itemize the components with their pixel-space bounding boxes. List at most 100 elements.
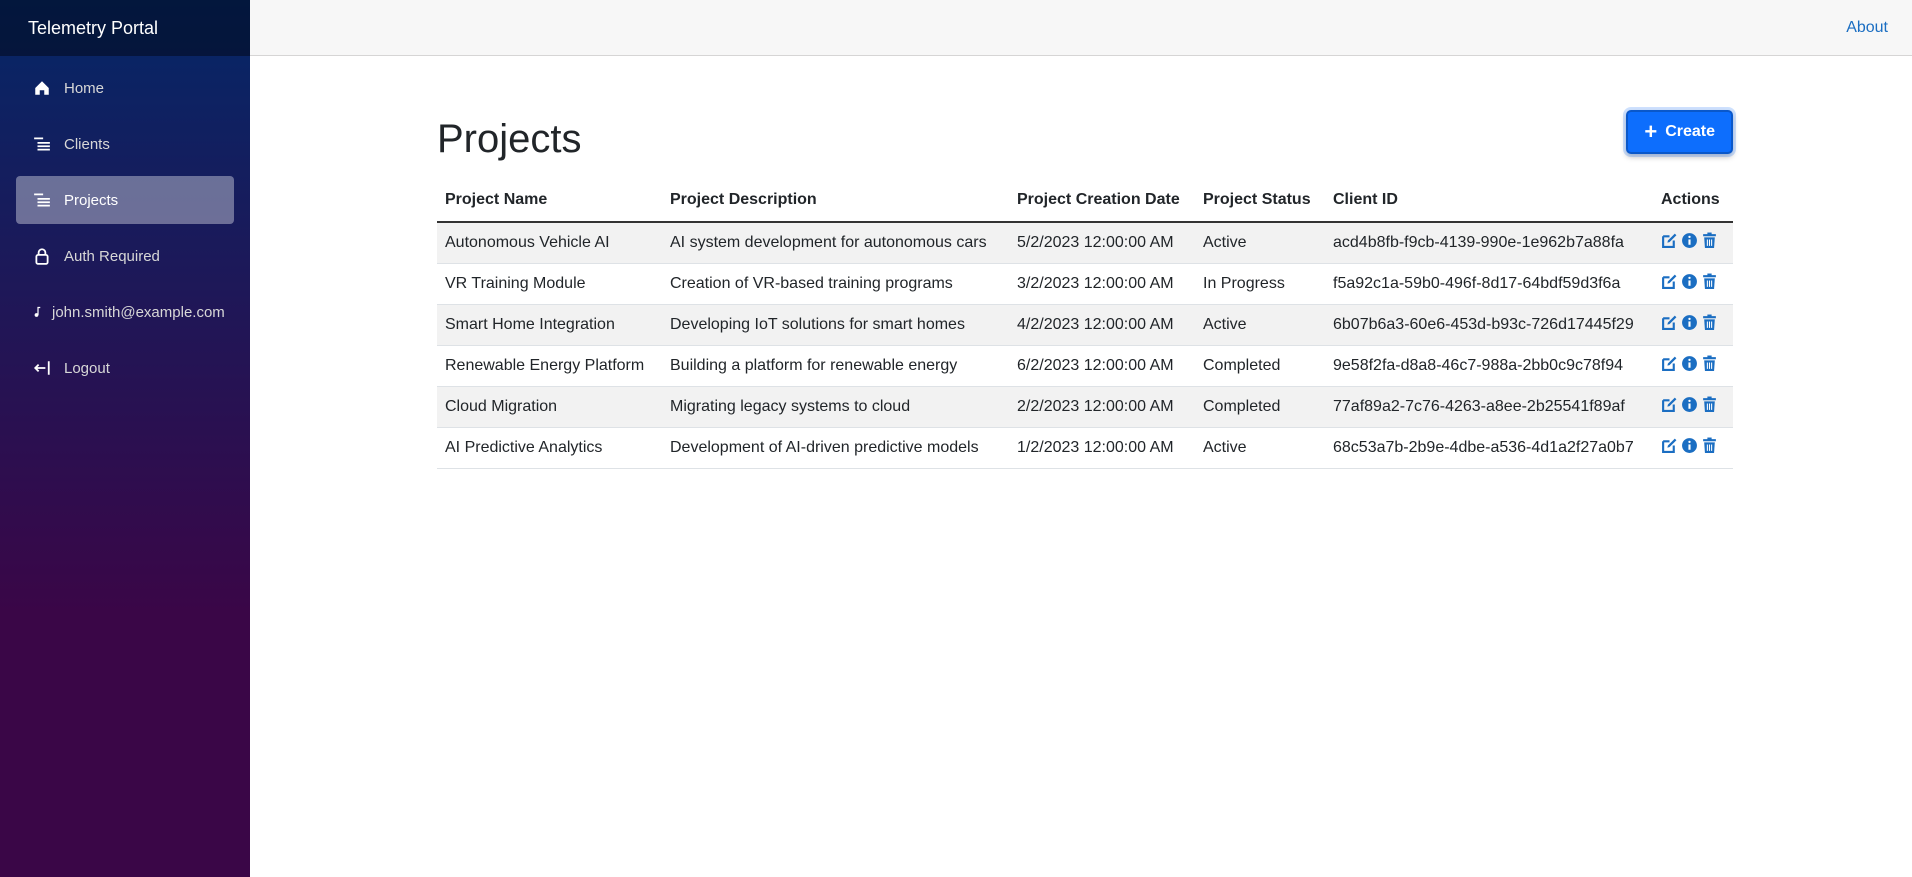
sidebar-item-label: Clients — [64, 135, 110, 153]
project-creation-date-cell: 4/2/2023 12:00:00 AM — [1009, 304, 1195, 346]
actions-cell — [1653, 222, 1733, 264]
row-actions — [1661, 396, 1725, 418]
project-creation-date-cell: 3/2/2023 12:00:00 AM — [1009, 263, 1195, 305]
edit-icon[interactable] — [1661, 273, 1678, 295]
trash-icon[interactable] — [1701, 273, 1718, 295]
table-row: Renewable Energy Platform Building a plat… — [437, 345, 1733, 387]
project-status-cell: Completed — [1195, 386, 1325, 428]
project-creation-date-cell: 5/2/2023 12:00:00 AM — [1009, 222, 1195, 264]
column-header: Project Name — [437, 178, 662, 223]
sidebar-item-label: Logout — [64, 359, 110, 377]
sidebar-item-auth-required[interactable]: Auth Required — [16, 232, 234, 280]
project-name-cell: VR Training Module — [437, 263, 662, 305]
edit-icon[interactable] — [1661, 396, 1678, 418]
project-name-cell: Renewable Energy Platform — [437, 345, 662, 387]
page-header: Projects + Create — [437, 106, 1733, 186]
trash-icon[interactable] — [1701, 232, 1718, 254]
project-creation-date-cell: 6/2/2023 12:00:00 AM — [1009, 345, 1195, 387]
lock-icon — [32, 246, 52, 266]
sidebar-item-logout[interactable]: Logout — [16, 344, 234, 392]
column-header: Project Creation Date — [1009, 178, 1195, 223]
create-button[interactable]: + Create — [1626, 110, 1733, 154]
project-description-cell: Creation of VR-based training programs — [662, 263, 1009, 305]
actions-cell — [1653, 345, 1733, 387]
person-icon — [32, 302, 44, 322]
row-actions — [1661, 314, 1725, 336]
actions-cell — [1653, 304, 1733, 346]
info-icon[interactable] — [1681, 314, 1698, 336]
trash-icon[interactable] — [1701, 355, 1718, 377]
info-icon[interactable] — [1681, 273, 1698, 295]
project-status-cell: Completed — [1195, 345, 1325, 387]
trash-icon[interactable] — [1701, 396, 1718, 418]
project-status-cell: Active — [1195, 427, 1325, 469]
table-header-row: Project Name Project Description Project… — [437, 178, 1733, 223]
sidebar-item-label: Projects — [64, 191, 119, 209]
sidebar-item-projects[interactable]: Projects — [16, 176, 234, 224]
client-id-cell: acd4b8fb-f9cb-4139-990e-1e962b7a88fa — [1325, 222, 1653, 264]
info-icon[interactable] — [1681, 396, 1698, 418]
column-header: Actions — [1653, 178, 1733, 223]
sidebar-nav: Home Clients Projects Auth Required john… — [0, 64, 250, 392]
column-header: Client ID — [1325, 178, 1653, 223]
row-actions — [1661, 437, 1725, 459]
client-id-cell: 77af89a2-7c76-4263-a8ee-2b25541f89af — [1325, 386, 1653, 428]
sidebar-item-label: Home — [64, 79, 105, 97]
project-status-cell: In Progress — [1195, 263, 1325, 305]
project-status-cell: Active — [1195, 222, 1325, 264]
info-icon[interactable] — [1681, 355, 1698, 377]
project-description-cell: Developing IoT solutions for smart homes — [662, 304, 1009, 346]
actions-cell — [1653, 386, 1733, 428]
info-icon[interactable] — [1681, 232, 1698, 254]
plus-icon: + — [1644, 119, 1658, 144]
actions-cell — [1653, 427, 1733, 469]
project-description-cell: Development of AI-driven predictive mode… — [662, 427, 1009, 469]
logout-icon — [32, 358, 52, 378]
sidebar-item-label: john.smith@example.com — [52, 303, 225, 321]
project-description-cell: Migrating legacy systems to cloud — [662, 386, 1009, 428]
about-link[interactable]: About — [1846, 19, 1888, 37]
list-icon — [32, 134, 52, 154]
client-id-cell: 9e58f2fa-d8a8-46c7-988a-2bb0c9c78f94 — [1325, 345, 1653, 387]
table-row: Autonomous Vehicle AI AI system developme… — [437, 222, 1733, 264]
project-name-cell: Cloud Migration — [437, 386, 662, 428]
row-actions — [1661, 355, 1725, 377]
main-content: Projects + Create Project Name Project D… — [437, 106, 1733, 469]
list-icon — [32, 190, 52, 210]
sidebar-item-user[interactable]: john.smith@example.com — [16, 288, 234, 336]
project-name-cell: AI Predictive Analytics — [437, 427, 662, 469]
table-row: Smart Home Integration Developing IoT sol… — [437, 304, 1733, 346]
trash-icon[interactable] — [1701, 314, 1718, 336]
project-description-cell: Building a platform for renewable energy — [662, 345, 1009, 387]
home-icon — [32, 78, 52, 98]
sidebar: Telemetry Portal Home Clients Projects A… — [0, 0, 250, 877]
info-icon[interactable] — [1681, 437, 1698, 459]
trash-icon[interactable] — [1701, 437, 1718, 459]
edit-icon[interactable] — [1661, 232, 1678, 254]
row-actions — [1661, 273, 1725, 295]
projects-table: Project Name Project Description Project… — [437, 178, 1733, 469]
sidebar-item-home[interactable]: Home — [16, 64, 234, 112]
edit-icon[interactable] — [1661, 355, 1678, 377]
project-status-cell: Active — [1195, 304, 1325, 346]
page-title: Projects — [437, 116, 582, 161]
sidebar-item-label: Auth Required — [64, 247, 160, 265]
project-name-cell: Smart Home Integration — [437, 304, 662, 346]
sidebar-item-clients[interactable]: Clients — [16, 120, 234, 168]
table-row: VR Training Module Creation of VR-based t… — [437, 263, 1733, 305]
top-bar: About — [250, 0, 1912, 56]
edit-icon[interactable] — [1661, 437, 1678, 459]
actions-cell — [1653, 263, 1733, 305]
table-row: Cloud Migration Migrating legacy systems … — [437, 386, 1733, 428]
client-id-cell: 68c53a7b-2b9e-4dbe-a536-4d1a2f27a0b7 — [1325, 427, 1653, 469]
row-actions — [1661, 232, 1725, 254]
project-description-cell: AI system development for autonomous car… — [662, 222, 1009, 264]
table-row: AI Predictive Analytics Development of AI… — [437, 427, 1733, 469]
edit-icon[interactable] — [1661, 314, 1678, 336]
app-title[interactable]: Telemetry Portal — [0, 0, 250, 56]
column-header: Project Description — [662, 178, 1009, 223]
project-creation-date-cell: 1/2/2023 12:00:00 AM — [1009, 427, 1195, 469]
client-id-cell: f5a92c1a-59b0-496f-8d17-64bdf59d3f6a — [1325, 263, 1653, 305]
project-name-cell: Autonomous Vehicle AI — [437, 222, 662, 264]
client-id-cell: 6b07b6a3-60e6-453d-b93c-726d17445f29 — [1325, 304, 1653, 346]
